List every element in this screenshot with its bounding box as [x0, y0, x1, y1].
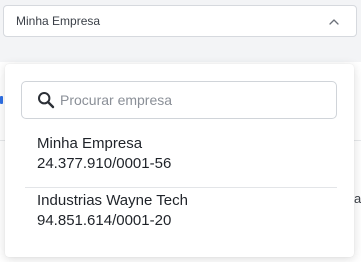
chevron-up-icon[interactable] [328, 15, 340, 27]
background-accent-marker [0, 96, 3, 104]
company-option-cnpj: 94.851.614/0001-20 [37, 212, 172, 229]
company-option-cnpj: 24.377.910/0001-56 [37, 155, 172, 172]
company-option[interactable]: Industrias Wayne Tech 94.851.614/0001-20 [5, 191, 354, 245]
company-option-name: Minha Empresa [37, 135, 143, 152]
option-separator [25, 187, 337, 188]
company-search-field[interactable] [21, 81, 337, 119]
company-dropdown: Minha Empresa 24.377.910/0001-56 Industr… [5, 64, 354, 257]
company-select-value: Minha Empresa [16, 14, 101, 28]
background-partial-text: a [354, 191, 361, 206]
company-option-name: Industrias Wayne Tech [37, 192, 188, 209]
company-search-input[interactable] [60, 92, 320, 108]
company-option[interactable]: Minha Empresa 24.377.910/0001-56 [5, 134, 354, 188]
search-icon [36, 90, 56, 110]
company-select[interactable]: Minha Empresa [3, 5, 357, 37]
